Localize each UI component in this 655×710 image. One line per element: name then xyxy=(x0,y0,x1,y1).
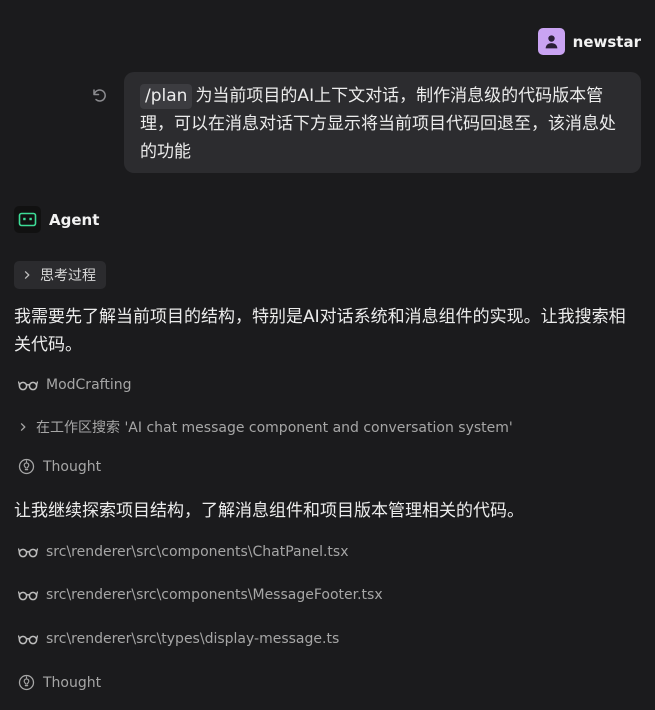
file-path-label: src\renderer\src\components\MessageFoote… xyxy=(46,587,383,603)
chevron-right-icon xyxy=(24,271,30,279)
glasses-icon xyxy=(18,635,38,645)
undo-icon[interactable] xyxy=(90,86,108,104)
workspace-search-row[interactable]: 在工作区搜索 'AI chat message component and co… xyxy=(18,417,513,437)
file-path-label: src\renderer\src\components\ChatPanel.ts… xyxy=(46,544,349,560)
agent-paragraph-1: 我需要先了解当前项目的结构，特别是AI对话系统和消息组件的实现。让我搜索相关代码… xyxy=(14,307,626,355)
agent-paragraph-2: 让我继续探索项目结构，了解消息组件和项目版本管理相关的代码。 xyxy=(14,501,524,521)
thought-label: Thought xyxy=(43,458,102,475)
person-icon xyxy=(537,28,565,55)
file-read-row[interactable]: src\renderer\src\components\MessageFoote… xyxy=(18,587,383,603)
tool-call-label: ModCrafting xyxy=(46,377,132,393)
user-name: newstar xyxy=(572,32,641,51)
thought-row[interactable]: Thought xyxy=(18,458,101,475)
lightbulb-icon xyxy=(18,674,35,691)
agent-header: Agent xyxy=(14,206,99,233)
glasses-icon xyxy=(18,591,38,601)
command-chip: /plan xyxy=(140,84,193,109)
glasses-icon xyxy=(18,548,38,558)
user-message-text: 为当前项目的AI上下文对话，制作消息级的代码版本管理，可以在消息对话下方显示将当… xyxy=(140,86,616,162)
file-read-row[interactable]: src\renderer\src\components\ChatPanel.ts… xyxy=(18,544,349,560)
user-header: newstar xyxy=(537,28,641,55)
glasses-icon xyxy=(18,381,38,391)
tool-call-row[interactable]: ModCrafting xyxy=(18,377,131,393)
lightbulb-icon xyxy=(18,458,35,475)
file-read-row[interactable]: src\renderer\src\types\display-message.t… xyxy=(18,631,339,647)
workspace-search-label: 在工作区搜索 'AI chat message component and co… xyxy=(36,420,513,436)
thought-row[interactable]: Thought xyxy=(18,674,101,691)
thought-label: Thought xyxy=(43,674,102,691)
thinking-process-toggle[interactable]: 思考过程 xyxy=(14,261,106,289)
chevron-right-icon xyxy=(20,423,26,431)
agent-name: Agent xyxy=(49,210,100,229)
robot-icon xyxy=(14,206,41,233)
thinking-process-label: 思考过程 xyxy=(40,268,96,284)
file-path-label: src\renderer\src\types\display-message.t… xyxy=(46,631,340,647)
user-message-bubble: /plan 为当前项目的AI上下文对话，制作消息级的代码版本管理，可以在消息对话下… xyxy=(124,72,641,173)
